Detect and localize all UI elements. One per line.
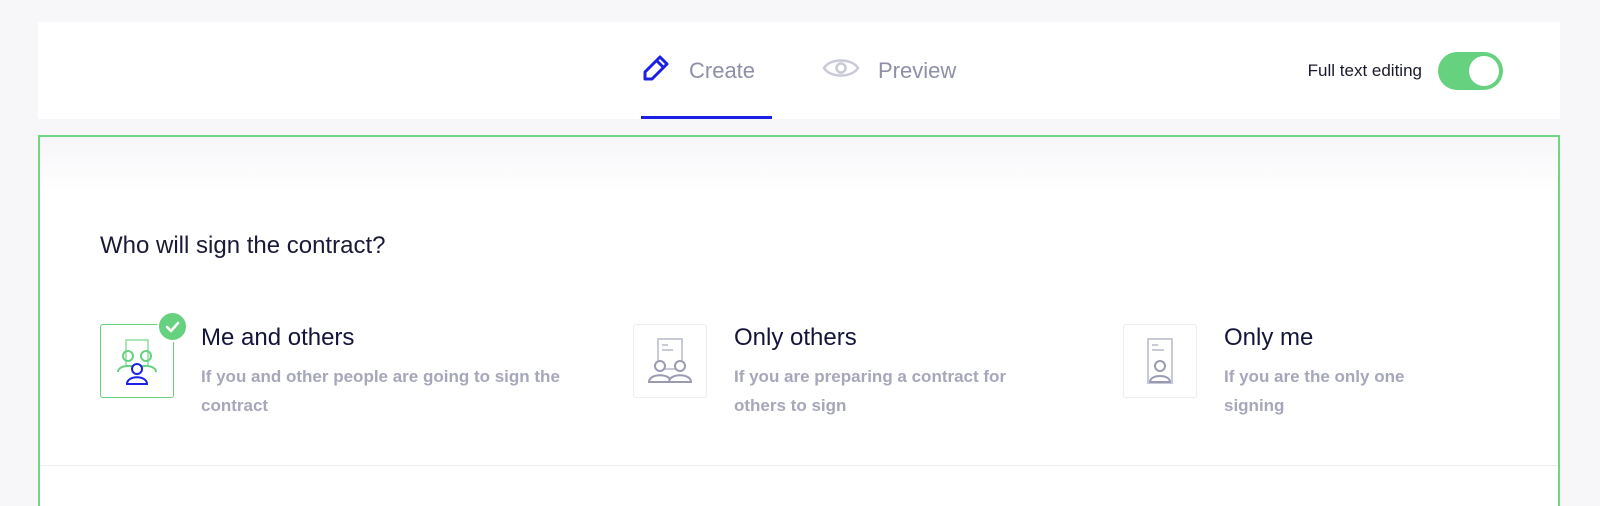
tab-create[interactable]: Create: [641, 22, 772, 119]
signers-question: Who will sign the contract?: [100, 232, 386, 259]
toggle-knob: [1469, 56, 1499, 86]
option-description: If you are preparing a contract for othe…: [734, 367, 1007, 415]
card-top-shade: [40, 137, 1558, 192]
only-me-icon: [1123, 324, 1197, 398]
tab-preview-label: Preview: [878, 57, 957, 83]
pencil-icon: [641, 53, 671, 88]
me-and-others-icon: [100, 311, 188, 398]
option-text: Me and others If you and other people ar…: [201, 324, 570, 415]
full-text-editing-toggle[interactable]: [1438, 52, 1503, 90]
eye-icon: [822, 54, 860, 87]
tab-create-label: Create: [689, 57, 756, 83]
option-description: If you and other people are going to sig…: [201, 367, 560, 415]
option-text: Only others If you are preparing a contr…: [734, 324, 1053, 415]
tab-preview[interactable]: Preview: [822, 22, 982, 119]
editor-header: Create Preview Full text editing: [38, 22, 1560, 119]
option-title: Me and others: [201, 324, 355, 351]
option-only-others[interactable]: Only others If you are preparing a contr…: [633, 324, 1053, 415]
only-others-icon: [633, 324, 707, 398]
option-only-me[interactable]: Only me If you are the only one signing: [1123, 324, 1453, 415]
full-text-editing-setting: Full text editing: [1308, 52, 1503, 90]
active-tab-indicator: [641, 116, 772, 119]
selected-check-icon: [157, 311, 188, 342]
section-divider: [40, 465, 1558, 466]
option-me-and-others[interactable]: Me and others If you and other people ar…: [100, 311, 570, 415]
full-text-editing-label: Full text editing: [1307, 61, 1422, 80]
contract-editor: Create Preview Full text editing Who wil…: [0, 0, 1600, 506]
option-description: If you are the only one signing: [1224, 367, 1405, 415]
option-title: Only me: [1224, 324, 1314, 351]
signers-card: Who will sign the contract? Me and other…: [38, 135, 1560, 506]
option-title: Only others: [734, 324, 857, 351]
option-text: Only me If you are the only one signing: [1224, 324, 1453, 415]
